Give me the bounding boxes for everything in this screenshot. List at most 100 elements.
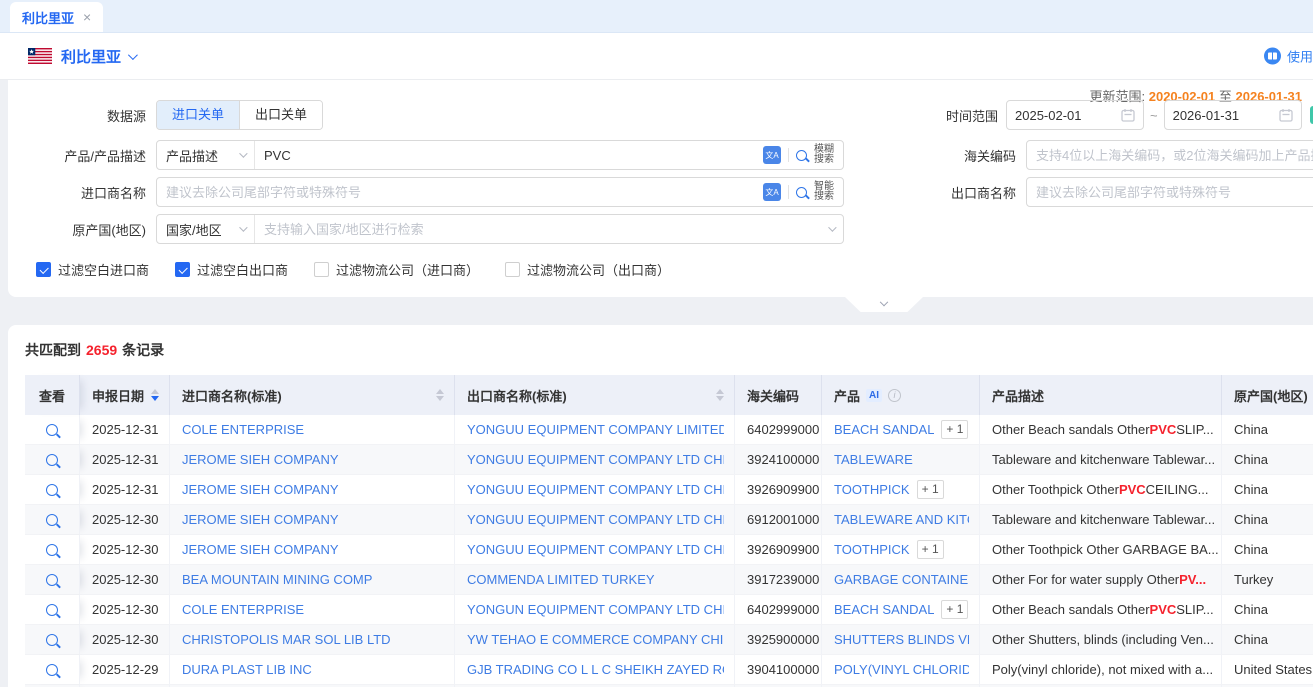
cell-product: GARBAGE CONTAINER xyxy=(822,565,980,594)
importer-link[interactable]: COLE ENTERPRISE xyxy=(182,422,304,437)
table-row: 2025-12-30COLE ENTERPRISEYONGUN EQUIPMEN… xyxy=(25,595,1313,625)
exporter-link[interactable]: YW TEHAO E COMMERCE COMPANY CHINA xyxy=(467,632,724,647)
filter-checkbox[interactable]: 过滤物流公司（进口商） xyxy=(314,260,479,279)
filter-checkbox[interactable]: 过滤空白进口商 xyxy=(36,260,149,279)
tab-liberia[interactable]: 利比里亚 × xyxy=(10,2,103,32)
importer-link[interactable]: BEA MOUNTAIN MINING COMP xyxy=(182,572,372,587)
date-end-input[interactable]: 2026-01-31 xyxy=(1164,100,1302,130)
exporter-link[interactable]: YONGUN EQUIPMENT COMPANY LTD CHI... xyxy=(467,602,724,617)
filter-checkboxes: 过滤空白进口商 过滤空白出口商 过滤物流公司（进口商） 过滤物流公司（出口商） xyxy=(36,260,670,279)
more-products-badge[interactable]: + 1 xyxy=(917,540,944,559)
data-source-option[interactable]: 进口关单 xyxy=(157,101,239,129)
view-detail-icon[interactable] xyxy=(46,604,58,616)
collapse-panel-button[interactable] xyxy=(845,297,923,312)
importer-link[interactable]: JEROME SIEH COMPANY xyxy=(182,542,339,557)
cell-view xyxy=(25,535,80,564)
cell-exporter: COMMENDA LIMITED TURKEY xyxy=(455,565,735,594)
product-link[interactable]: TABLEWARE AND KITC... xyxy=(834,512,969,527)
fuzzy-search-icon[interactable] xyxy=(796,150,807,161)
view-detail-icon[interactable] xyxy=(46,634,58,646)
view-detail-icon[interactable] xyxy=(46,514,58,526)
export-excel-icon[interactable]: X xyxy=(1310,106,1313,124)
view-detail-icon[interactable] xyxy=(46,454,58,466)
cell-exporter: YW TEHAO E COMMERCE COMPANY CHINA xyxy=(455,625,735,654)
product-input[interactable] xyxy=(255,141,754,169)
col-importer[interactable]: 进口商名称(标准) xyxy=(170,375,455,415)
result-count-number: 2659 xyxy=(86,342,117,358)
importer-link[interactable]: CHRISTOPOLIS MAR SOL LIB LTD xyxy=(182,632,391,647)
tutorial-link[interactable]: 使用教程 xyxy=(1264,47,1313,66)
data-source-option[interactable]: 出口关单 xyxy=(239,101,322,129)
exporter-link[interactable]: GJB TRADING CO L L C SHEIKH ZAYED ROA... xyxy=(467,662,724,677)
filter-panel: 数据源 进口关单出口关单 更新范围: 2020-02-01 至 2026-01-… xyxy=(8,80,1313,297)
product-link[interactable]: TABLEWARE xyxy=(834,452,913,467)
view-detail-icon[interactable] xyxy=(46,544,58,556)
product-link[interactable]: TOOTHPICK xyxy=(834,542,910,557)
exporter-link[interactable]: YONGUU EQUIPMENT COMPANY LTD CHIN... xyxy=(467,452,724,467)
checkbox-icon[interactable] xyxy=(505,262,520,277)
cell-date: 2025-12-31 xyxy=(80,445,170,474)
country-title[interactable]: 利比里亚 xyxy=(61,46,121,67)
info-icon[interactable]: i xyxy=(888,389,901,402)
product-link[interactable]: SHUTTERS BLINDS VE... xyxy=(834,632,969,647)
tab-close-icon[interactable]: × xyxy=(83,9,91,25)
table-row: 2025-12-30CHRISTOPOLIS MAR SOL LIB LTDYW… xyxy=(25,625,1313,655)
cell-origin: China xyxy=(1222,415,1313,444)
cell-origin: China xyxy=(1222,625,1313,654)
cell-product: BEACH SANDAL + 1 xyxy=(822,595,980,624)
more-products-badge[interactable]: + 1 xyxy=(941,420,968,439)
filter-checkbox[interactable]: 过滤物流公司（出口商） xyxy=(505,260,670,279)
exporter-link[interactable]: YONGUU EQUIPMENT COMPANY LIMITED ... xyxy=(467,422,724,437)
checkbox-checked-icon[interactable] xyxy=(175,262,190,277)
exporter-link[interactable]: YONGUU EQUIPMENT COMPANY LTD CHIN... xyxy=(467,512,724,527)
col-date[interactable]: 申报日期 xyxy=(80,375,170,415)
product-link[interactable]: GARBAGE CONTAINER xyxy=(834,572,969,587)
smart-search-button[interactable]: 智能搜索 xyxy=(814,182,834,202)
checkbox-icon[interactable] xyxy=(314,262,329,277)
product-link[interactable]: BEACH SANDAL xyxy=(834,422,934,437)
cell-product: POLY(VINYL CHLORIDE) xyxy=(822,655,980,684)
cell-product: TOOTHPICK + 1 xyxy=(822,535,980,564)
view-detail-icon[interactable] xyxy=(46,424,58,436)
importer-input[interactable] xyxy=(157,178,754,206)
checkbox-checked-icon[interactable] xyxy=(36,262,51,277)
filter-checkbox[interactable]: 过滤空白出口商 xyxy=(175,260,288,279)
importer-link[interactable]: JEROME SIEH COMPANY xyxy=(182,482,339,497)
importer-link[interactable]: JEROME SIEH COMPANY xyxy=(182,512,339,527)
cell-importer: JEROME SIEH COMPANY xyxy=(170,505,455,534)
product-link[interactable]: BEACH SANDAL xyxy=(834,602,934,617)
product-type-select[interactable]: 产品描述 xyxy=(157,141,255,169)
importer-link[interactable]: DURA PLAST LIB INC xyxy=(182,662,312,677)
exporter-link[interactable]: COMMENDA LIMITED TURKEY xyxy=(467,572,655,587)
exporter-input[interactable] xyxy=(1026,177,1313,207)
col-exporter[interactable]: 出口商名称(标准) xyxy=(455,375,735,415)
exporter-link[interactable]: YONGUU EQUIPMENT COMPANY LTD CHIN... xyxy=(467,542,724,557)
exporter-link[interactable]: YONGUU EQUIPMENT COMPANY LTD CHIN... xyxy=(467,482,724,497)
tab-label: 利比里亚 xyxy=(22,8,74,27)
more-products-badge[interactable]: + 1 xyxy=(917,480,944,499)
origin-type-select[interactable]: 国家/地区 xyxy=(157,215,255,243)
importer-link[interactable]: JEROME SIEH COMPANY xyxy=(182,452,339,467)
cell-exporter: YONGUU EQUIPMENT COMPANY LTD CHIN... xyxy=(455,445,735,474)
view-detail-icon[interactable] xyxy=(46,574,58,586)
translate-icon[interactable]: 文A xyxy=(763,183,781,201)
product-row: 产品/产品描述 产品描述 文A 模糊搜索 xyxy=(20,140,844,170)
view-detail-icon[interactable] xyxy=(46,484,58,496)
view-detail-icon[interactable] xyxy=(46,664,58,676)
cell-exporter: YONGUU EQUIPMENT COMPANY LTD CHIN... xyxy=(455,475,735,504)
date-start-input[interactable]: 2025-02-01 xyxy=(1006,100,1144,130)
origin-input[interactable] xyxy=(255,215,819,243)
smart-search-icon[interactable] xyxy=(796,187,807,198)
translate-icon[interactable]: 文A xyxy=(763,146,781,164)
hs-code-input[interactable] xyxy=(1026,140,1313,170)
importer-row: 进口商名称 文A 智能搜索 xyxy=(20,177,844,207)
product-link[interactable]: POLY(VINYL CHLORIDE) xyxy=(834,662,969,677)
cell-description: Poly(vinyl chloride), not mixed with a..… xyxy=(980,655,1222,684)
importer-link[interactable]: COLE ENTERPRISE xyxy=(182,602,304,617)
exporter-row: 出口商名称 xyxy=(946,177,1313,207)
fuzzy-search-button[interactable]: 模糊搜索 xyxy=(814,145,834,165)
more-products-badge[interactable]: + 1 xyxy=(941,600,968,619)
chevron-down-icon[interactable] xyxy=(128,50,138,60)
data-source-toggle: 进口关单出口关单 xyxy=(156,100,323,130)
product-link[interactable]: TOOTHPICK xyxy=(834,482,910,497)
